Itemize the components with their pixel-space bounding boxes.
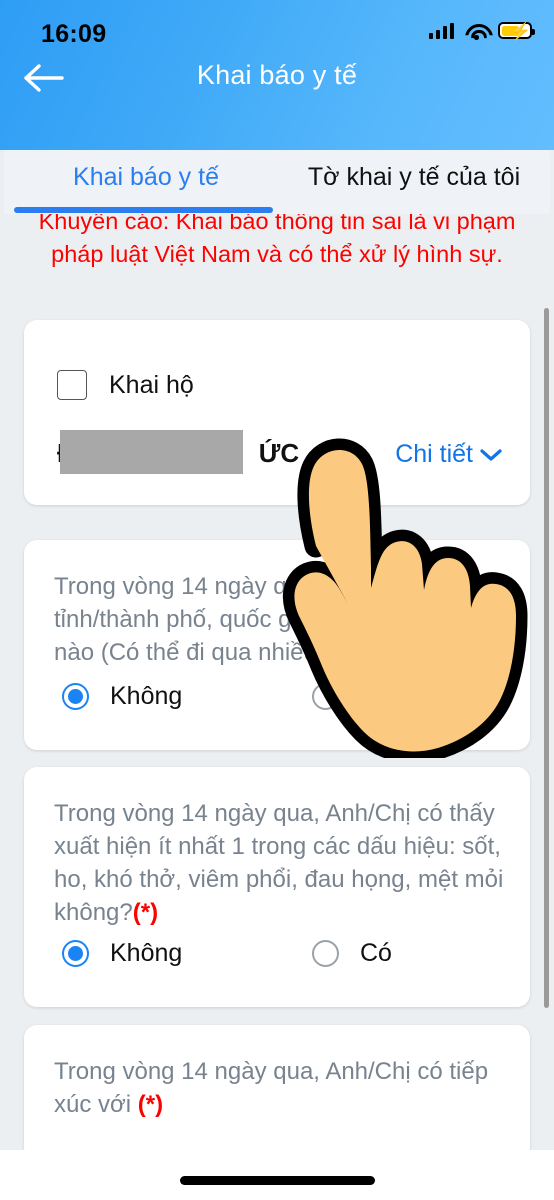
radio-selected-icon[interactable] <box>62 940 89 967</box>
status-bar-icons: ⚡ <box>429 22 535 40</box>
option-label: Không <box>110 939 183 967</box>
option-khong[interactable]: Không <box>62 682 182 711</box>
option-label: Có <box>360 682 392 710</box>
radio-unselected-icon[interactable] <box>312 940 339 967</box>
question-card: Trong vòng 14 ngày qua, Anh/Chị có đến t… <box>24 540 530 750</box>
name-redaction-overlay <box>60 430 243 474</box>
declare-for-other-row[interactable]: Khai hộ <box>57 370 194 400</box>
status-bar-time: 16:09 <box>41 20 107 48</box>
chevron-down-icon <box>480 448 502 461</box>
question-card: Trong vòng 14 ngày qua, Anh/Chị có tiếp … <box>24 1025 530 1150</box>
declare-for-other-label: Khai hộ <box>109 370 194 399</box>
question-card: Trong vòng 14 ngày qua, Anh/Chị có thấy … <box>24 767 530 1007</box>
tab-bar: Khai báo y tế Tờ khai y tế của tôi <box>4 140 550 214</box>
scrollbar-thumb[interactable] <box>544 308 549 1008</box>
answer-options: Không Có <box>54 682 506 722</box>
radio-unselected-icon[interactable] <box>312 683 339 710</box>
home-indicator-bar[interactable] <box>180 1176 375 1185</box>
wifi-icon <box>465 23 487 40</box>
question-text: Trong vòng 14 ngày qua, Anh/Chị có đến t… <box>54 573 490 666</box>
cellular-signal-icon <box>429 22 454 39</box>
warning-text: Khuyến cáo: Khai báo thông tin sai là vi… <box>38 208 516 267</box>
scroll-content[interactable]: Khuyến cáo: Khai báo thông tin sai là vi… <box>0 150 554 1150</box>
option-label: Có <box>360 939 392 967</box>
question-text: Trong vòng 14 ngày qua, Anh/Chị có tiếp … <box>54 1058 489 1118</box>
detail-link[interactable]: Chi tiết <box>395 440 502 469</box>
answer-options: Không Có <box>54 939 506 979</box>
option-co[interactable]: Có <box>312 682 392 711</box>
declare-for-other-checkbox[interactable] <box>57 370 87 400</box>
tab-to-khai-y-te-cua-toi[interactable]: Tờ khai y tế của tôi <box>282 140 546 214</box>
option-khong[interactable]: Không <box>62 939 182 968</box>
declarant-name-row: ĐỨC Chi tiết <box>24 430 530 480</box>
battery-charging-icon: ⚡ <box>498 22 535 40</box>
option-co[interactable]: Có <box>312 939 392 968</box>
page-title: Khai báo y tế <box>196 60 358 90</box>
option-label: Không <box>110 682 183 710</box>
phone-screen: 16:09 ⚡ Khai báo y tế Khuyến cáo: Khai b… <box>0 0 554 1200</box>
radio-selected-icon[interactable] <box>62 683 89 710</box>
declarant-card: Khai hộ ĐỨC Chi tiết <box>24 320 530 505</box>
app-header: 16:09 ⚡ Khai báo y tế <box>0 0 554 150</box>
detail-link-label: Chi tiết <box>395 440 473 468</box>
question-text: Trong vòng 14 ngày qua, Anh/Chị có thấy … <box>54 800 504 926</box>
status-bar: 16:09 ⚡ <box>0 0 554 52</box>
home-area <box>0 1150 554 1200</box>
tab-khai-bao-y-te[interactable]: Khai báo y tế <box>14 140 278 214</box>
active-tab-indicator <box>14 207 273 213</box>
